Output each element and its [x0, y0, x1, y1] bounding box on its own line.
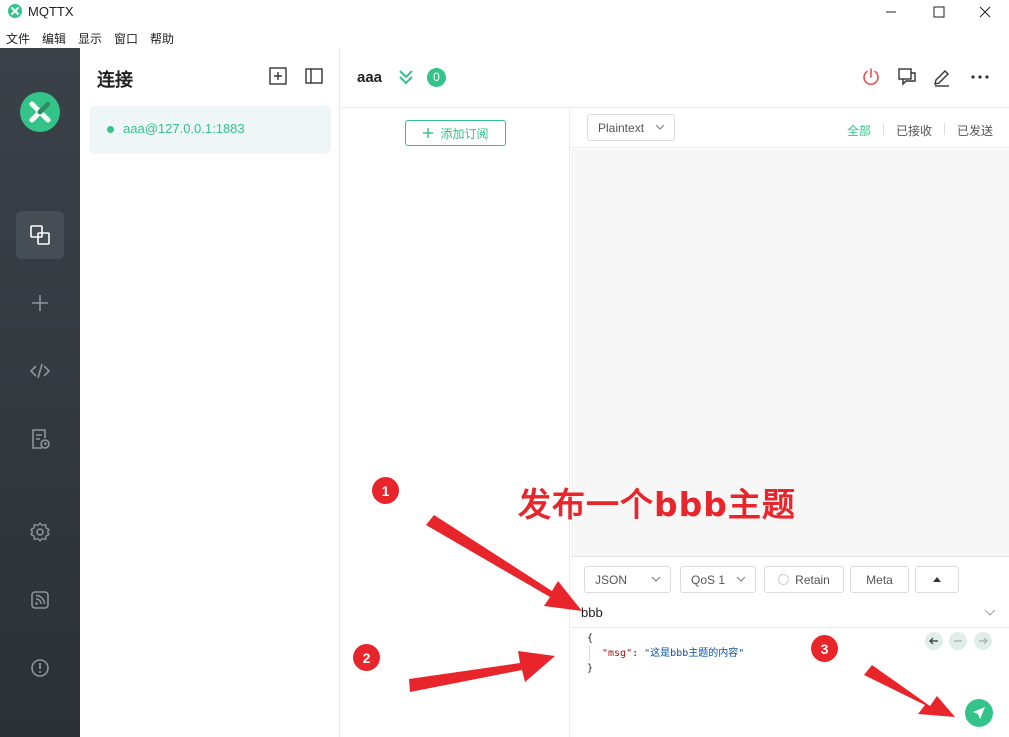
nav-settings-button[interactable]	[16, 508, 64, 556]
history-reset-button[interactable]	[949, 632, 967, 650]
connection-item[interactable]: aaa@127.0.0.1:1883	[89, 106, 331, 154]
message-format-select[interactable]: Plaintext	[587, 114, 675, 141]
payload-format-select[interactable]: JSON	[584, 566, 671, 593]
minimize-button[interactable]	[868, 0, 914, 24]
annotation-caption: 发布一个bbb主题	[518, 485, 796, 524]
nav-about-button[interactable]	[16, 644, 64, 692]
toggle-sidebar-icon[interactable]	[304, 66, 324, 86]
payload-key: "msg"	[602, 648, 633, 659]
meta-label: Meta	[866, 572, 893, 587]
payload-editor[interactable]: { "msg": "这是bbb主题的内容" }	[587, 631, 927, 691]
plus-icon	[423, 128, 434, 138]
payload-value: "这是bbb主题的内容"	[644, 648, 745, 659]
qos-value: QoS 1	[691, 573, 726, 587]
info-icon	[31, 659, 49, 677]
plus-icon	[32, 295, 48, 311]
window-title: MQTTX	[28, 4, 74, 19]
payload-line-field: "msg": "这是bbb主题的内容"	[589, 646, 927, 661]
arrow-left-icon	[929, 637, 938, 645]
retain-radio-icon	[778, 574, 790, 585]
rss-icon	[31, 591, 49, 609]
mqttx-logo-icon	[20, 92, 60, 132]
connection-label: aaa@127.0.0.1:1883	[123, 121, 245, 136]
annotation-step-1: 1	[372, 477, 399, 504]
title-bar: MQTTX	[0, 0, 1009, 24]
left-navigation	[0, 48, 80, 737]
message-format-value: Plaintext	[598, 121, 645, 135]
nav-subscriptions-feed-button[interactable]	[16, 576, 64, 624]
qos-select[interactable]: QoS 1	[680, 566, 756, 593]
add-subscription-label: 添加订阅	[440, 126, 489, 141]
message-count-badge: 0	[427, 68, 446, 87]
message-toolbar: Plaintext 全部 已接收 已发送	[571, 108, 1009, 148]
expand-publish-button[interactable]	[915, 566, 959, 593]
annotation-step-3: 3	[811, 635, 838, 662]
payload-line-close: }	[587, 663, 594, 674]
menu-edit[interactable]: 编辑	[42, 30, 66, 47]
minimize-icon	[886, 11, 896, 13]
filter-divider	[883, 123, 884, 135]
connections-icon	[30, 225, 50, 245]
retain-toggle[interactable]: Retain	[764, 566, 844, 593]
nav-script-button[interactable]	[16, 347, 64, 395]
annotation-step-2: 2	[353, 644, 380, 671]
retain-label: Retain	[795, 572, 830, 587]
payload-format-value: JSON	[595, 573, 628, 587]
payload-line-open: {	[587, 633, 594, 644]
chevron-down-icon[interactable]	[983, 605, 997, 619]
history-next-button[interactable]	[974, 632, 992, 650]
add-subscription-button[interactable]: 添加订阅	[405, 120, 506, 146]
connection-header: aaa 0	[341, 48, 1009, 108]
connections-title: 连接	[97, 70, 133, 90]
connections-panel: 连接 aaa@127.0.0.1:1883	[80, 48, 340, 737]
chevron-down-icon	[655, 124, 665, 130]
new-connection-icon[interactable]	[268, 66, 288, 86]
maximize-button[interactable]	[916, 0, 962, 24]
chevron-down-icon	[736, 576, 746, 582]
menu-window[interactable]: 窗口	[114, 30, 138, 47]
caret-up-icon	[933, 576, 941, 582]
maximize-icon	[933, 6, 945, 18]
filter-all-tab[interactable]: 全部	[847, 122, 871, 139]
chevron-down-icon	[651, 576, 661, 582]
subscriptions-column: 添加订阅	[341, 108, 570, 737]
edit-icon[interactable]	[931, 66, 953, 88]
disconnect-icon[interactable]	[860, 66, 882, 88]
menu-view[interactable]: 显示	[78, 30, 102, 47]
history-prev-button[interactable]	[925, 632, 943, 650]
nav-connections-button[interactable]	[16, 211, 64, 259]
connection-name: aaa	[357, 69, 383, 86]
nav-new-connection-button[interactable]	[16, 279, 64, 327]
topic-divider	[571, 627, 1009, 628]
log-icon	[32, 429, 50, 449]
more-icon[interactable]	[969, 66, 991, 88]
collapse-chevron-icon[interactable]	[397, 68, 415, 86]
meta-button[interactable]: Meta	[850, 566, 909, 593]
payload-colon: :	[632, 648, 645, 659]
gear-icon	[30, 522, 50, 542]
send-icon	[973, 707, 985, 719]
minus-icon	[954, 640, 962, 642]
filter-divider	[944, 123, 945, 135]
filter-sent-tab[interactable]: 已发送	[957, 122, 993, 139]
app-logo-icon	[8, 4, 22, 18]
menu-bar: 文件 编辑 显示 窗口 帮助	[0, 28, 1009, 48]
send-button[interactable]	[965, 699, 993, 727]
code-icon	[29, 363, 51, 379]
menu-file[interactable]: 文件	[6, 30, 30, 47]
arrow-right-icon	[979, 637, 988, 645]
filter-received-tab[interactable]: 已接收	[896, 122, 932, 139]
connection-status-dot	[107, 126, 114, 133]
close-icon	[979, 6, 991, 18]
publish-panel: JSON QoS 1 Retain Meta { "msg": "这是bbb主题…	[571, 556, 1009, 737]
nav-log-button[interactable]	[16, 415, 64, 463]
close-window-button[interactable]	[962, 0, 1008, 24]
topic-input[interactable]	[581, 601, 981, 623]
menu-help[interactable]: 帮助	[150, 30, 174, 47]
new-window-icon[interactable]	[896, 66, 918, 88]
